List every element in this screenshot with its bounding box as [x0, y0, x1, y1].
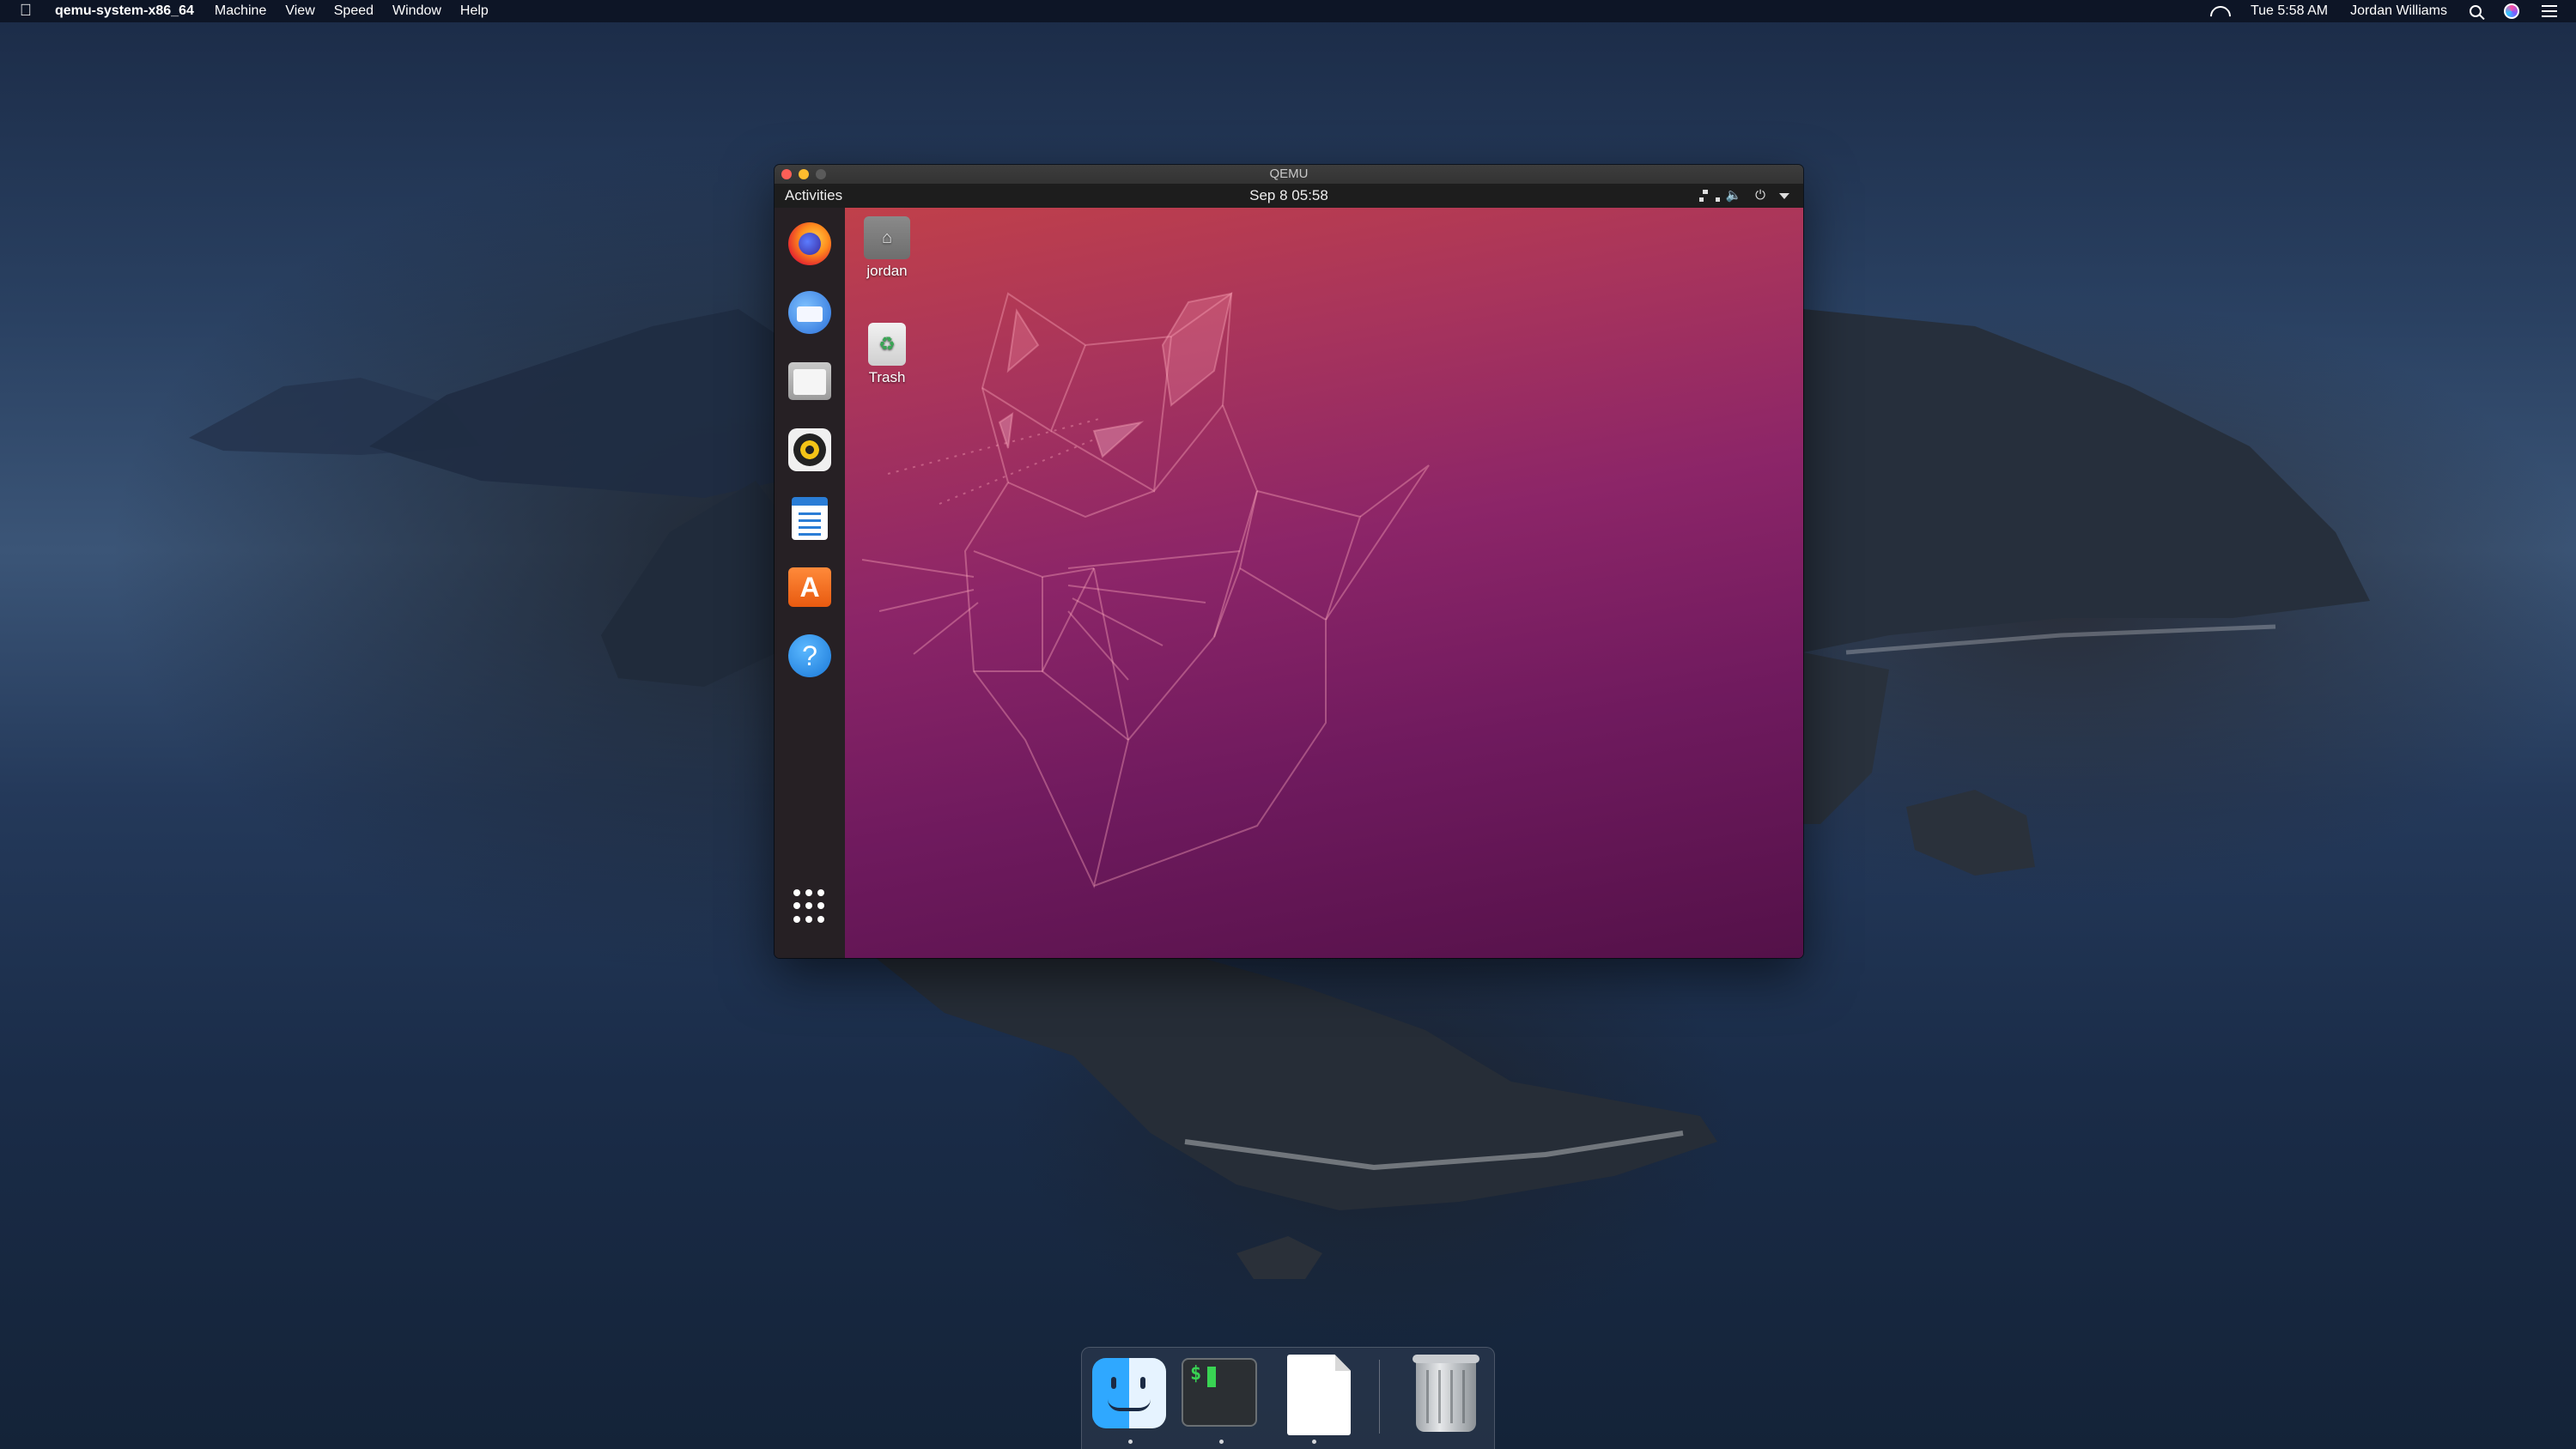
thunderbird-icon[interactable]: [787, 290, 832, 335]
siri-icon[interactable]: [2504, 3, 2519, 19]
app-menu-qemu[interactable]: qemu-system-x86_64: [55, 0, 194, 22]
apple-menu-icon[interactable]: : [17, 0, 34, 22]
menubar-status-area: Tue 5:58 AM Jordan Williams: [2187, 0, 2557, 22]
terminal-running-indicator: [1219, 1440, 1224, 1444]
mac-dock: $: [1081, 1347, 1495, 1449]
ubuntu-dock: A ?: [775, 208, 845, 958]
ubuntu-software-icon[interactable]: A: [787, 565, 832, 609]
volume-icon[interactable]: 🔈: [1725, 184, 1741, 208]
gnome-topbar: Activities Sep 8 05:58 🔈 ⏻: [775, 184, 1803, 208]
ubuntu-desktop[interactable]: ⌂ jordan ♻ Trash: [845, 208, 1803, 958]
system-tray[interactable]: 🔈 ⏻: [1686, 184, 1789, 208]
menu-speed[interactable]: Speed: [334, 0, 374, 22]
menu-machine[interactable]: Machine: [215, 0, 266, 22]
finder-icon[interactable]: [1092, 1358, 1168, 1434]
spotlight-search-icon[interactable]: [2470, 5, 2482, 17]
trash-label: Trash: [868, 369, 906, 385]
trash-desktop-icon[interactable]: ♻ Trash: [848, 323, 926, 386]
finder-running-indicator: [1128, 1440, 1133, 1444]
window-close-button[interactable]: [781, 169, 792, 179]
menubar-user[interactable]: Jordan Williams: [2350, 0, 2447, 22]
rhythmbox-icon[interactable]: [787, 427, 832, 472]
menu-help[interactable]: Help: [460, 0, 489, 22]
chevron-down-icon[interactable]: [1779, 192, 1789, 199]
qemu-window: QEMU Activities Sep 8 05:58 🔈 ⏻ ⌂ jordan…: [775, 165, 1803, 958]
show-applications-icon[interactable]: [793, 889, 828, 924]
terminal-icon[interactable]: $: [1182, 1358, 1257, 1434]
power-icon[interactable]: ⏻: [1755, 184, 1765, 208]
trash-icon: ♻: [868, 323, 906, 366]
qemu-titlebar[interactable]: QEMU: [775, 165, 1803, 184]
firefox-icon[interactable]: [787, 221, 832, 266]
notification-center-icon[interactable]: [2542, 5, 2557, 17]
window-minimize-button[interactable]: [799, 169, 809, 179]
trash-icon[interactable]: [1408, 1355, 1484, 1434]
window-zoom-button[interactable]: [816, 169, 826, 179]
document-running-indicator: [1312, 1440, 1316, 1444]
help-icon[interactable]: ?: [787, 634, 832, 678]
menu-view[interactable]: View: [285, 0, 314, 22]
menubar-clock[interactable]: Tue 5:58 AM: [2251, 0, 2328, 22]
files-icon[interactable]: [787, 359, 832, 403]
network-icon[interactable]: [1699, 190, 1721, 202]
document-icon[interactable]: [1281, 1355, 1357, 1435]
focal-fossa-wallpaper: [861, 291, 1430, 889]
ubuntu-guest-screen[interactable]: Activities Sep 8 05:58 🔈 ⏻ ⌂ jordan ♻ Tr…: [775, 184, 1803, 958]
mac-menubar:  qemu-system-x86_64 Machine View Speed …: [0, 0, 2576, 22]
wifi-icon[interactable]: [2209, 5, 2228, 17]
qemu-window-title: QEMU: [1269, 167, 1309, 181]
menu-window[interactable]: Window: [392, 0, 441, 22]
home-folder-icon: ⌂: [864, 216, 910, 259]
home-folder-label: jordan: [866, 263, 908, 279]
home-folder-desktop-icon[interactable]: ⌂ jordan: [848, 216, 926, 280]
gnome-clock[interactable]: Sep 8 05:58: [775, 184, 1803, 208]
libreoffice-writer-icon[interactable]: [787, 496, 832, 541]
terminal-prompt: $: [1190, 1363, 1202, 1385]
dock-separator: [1379, 1360, 1380, 1434]
